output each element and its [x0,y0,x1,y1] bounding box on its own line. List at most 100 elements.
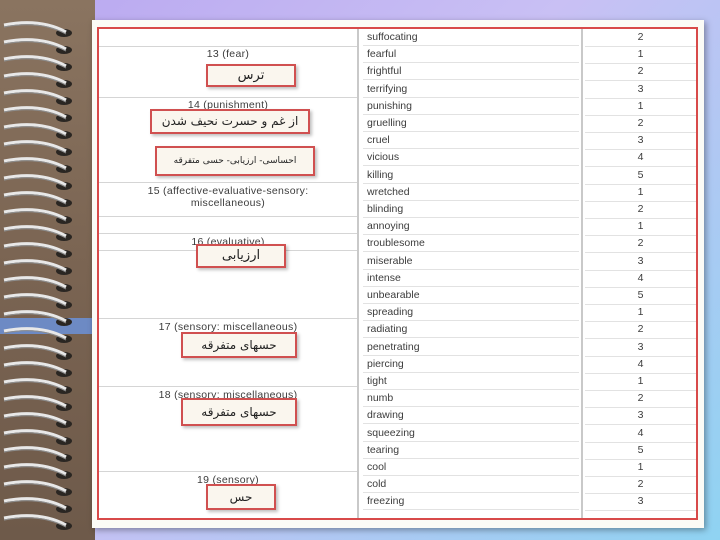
intensity-value: 1 [585,459,696,477]
spiral-ring [3,242,72,258]
category-cell [99,356,357,373]
column-divider [357,29,359,518]
intensity-value: 2 [585,115,696,133]
descriptor-word: numb [363,390,579,408]
spiral-ring [3,208,72,224]
spiral-ring [3,378,72,394]
descriptor-word: freezing [363,493,579,511]
descriptor-word: troublesome [363,235,579,253]
intensity-value: 2 [585,63,696,82]
descriptor-word: intense [363,269,579,287]
spiral-ring [3,361,72,377]
column-divider [581,29,583,518]
descriptor-word: tight [363,373,579,390]
group-separator [99,97,357,98]
intensity-value: 1 [585,373,696,391]
group-separator [99,233,357,234]
spiral-ring [3,514,72,530]
intensity-value: 4 [585,356,696,374]
spiral-ring [3,21,72,37]
category-cell [99,270,357,287]
group-label-13: 13 (fear) [206,48,250,60]
descriptor-word: wretched [363,183,579,201]
spiral-ring [3,106,72,122]
descriptor-word: miserable [363,252,579,270]
spiral-ring [3,327,72,343]
descriptor-word: blinding [363,201,579,218]
descriptor-word: unbearable [363,287,579,304]
annotation-punishment: از غم و حسرت نحیف شدن [150,109,310,134]
descriptor-word: punishing [363,97,579,115]
spiral-ring [3,463,72,479]
group-separator [99,471,357,472]
descriptor-word: squeezing [363,424,579,442]
table-row: tight 1 [99,373,696,391]
spiral-ring [3,191,72,207]
descriptor-word: drawing [363,407,579,425]
spiral-ring [3,412,72,428]
spiral-ring [3,140,72,156]
intensity-value: 2 [585,235,696,254]
annotation-affective-evaluative-sensory: احساسی- ارزیابی- حسی متفرقه [155,146,315,176]
category-cell [99,29,357,46]
spiral-ring [3,293,72,309]
table-row: frightful 2 [99,63,696,82]
category-cell [99,442,357,459]
descriptor-word: vicious [363,149,579,167]
spiral-ring [3,310,72,326]
intensity-value: 3 [585,493,696,512]
group-separator [99,386,357,387]
table-row: terrifying 3 [99,80,696,99]
annotation-fear: ترس [206,64,296,87]
spiral-ring [3,276,72,292]
group-separator [99,318,357,319]
intensity-value: 3 [585,253,696,271]
spiral-ring [3,174,72,190]
descriptor-word: radiating [363,321,579,339]
descriptor-word: cruel [363,132,579,150]
intensity-value: 5 [585,287,696,305]
intensity-value: 1 [585,46,696,65]
intensity-value: 3 [585,339,696,357]
intensity-value: 1 [585,218,696,237]
intensity-value: 2 [585,390,696,409]
intensity-value: 1 [585,304,696,323]
category-cell [99,287,357,304]
descriptor-word: fearful [363,46,579,64]
intensity-value: 1 [585,98,696,116]
annotation-sensory-misc-17: حسهای متفرقه [181,332,297,358]
intensity-value: 5 [585,442,696,460]
spiral-ring [3,429,72,445]
spiral-ring [3,480,72,496]
table-row: freezing 3 [99,493,696,512]
annotation-evaluative: ارزیابی [196,244,286,268]
pain-descriptor-table: freezing 3 cold 2 cool 1 tearing 5 squeezing 4 dra… [97,27,698,520]
spiral-ring [3,38,72,54]
descriptor-word: spreading [363,304,579,322]
spiral-rings [3,21,72,530]
intensity-value: 3 [585,132,696,151]
spiral-ring [3,344,72,360]
intensity-value: 4 [585,425,696,443]
annotation-sensory: حس [206,484,276,510]
spiral-ring [3,72,72,88]
intensity-value: 2 [585,29,696,47]
group-separator [99,216,357,217]
intensity-value: 1 [585,184,696,202]
slide: freezing 3 cold 2 cool 1 tearing 5 squeezing 4 dra… [0,0,720,540]
descriptor-word: tearing [363,441,579,459]
descriptor-word: gruelling [363,115,579,132]
descriptor-word: penetrating [363,338,579,356]
intensity-value: 5 [585,167,696,185]
intensity-value: 4 [585,149,696,168]
table-row: tearing 5 [99,441,696,460]
intensity-value: 3 [585,81,696,99]
descriptor-word: annoying [363,218,579,236]
spiral-ring [3,89,72,105]
descriptor-word: frightful [363,63,579,81]
intensity-value: 4 [585,270,696,288]
intensity-value: 2 [585,476,696,495]
category-cell [99,373,357,390]
spiral-ring [3,497,72,513]
spiral-ring [3,55,72,71]
